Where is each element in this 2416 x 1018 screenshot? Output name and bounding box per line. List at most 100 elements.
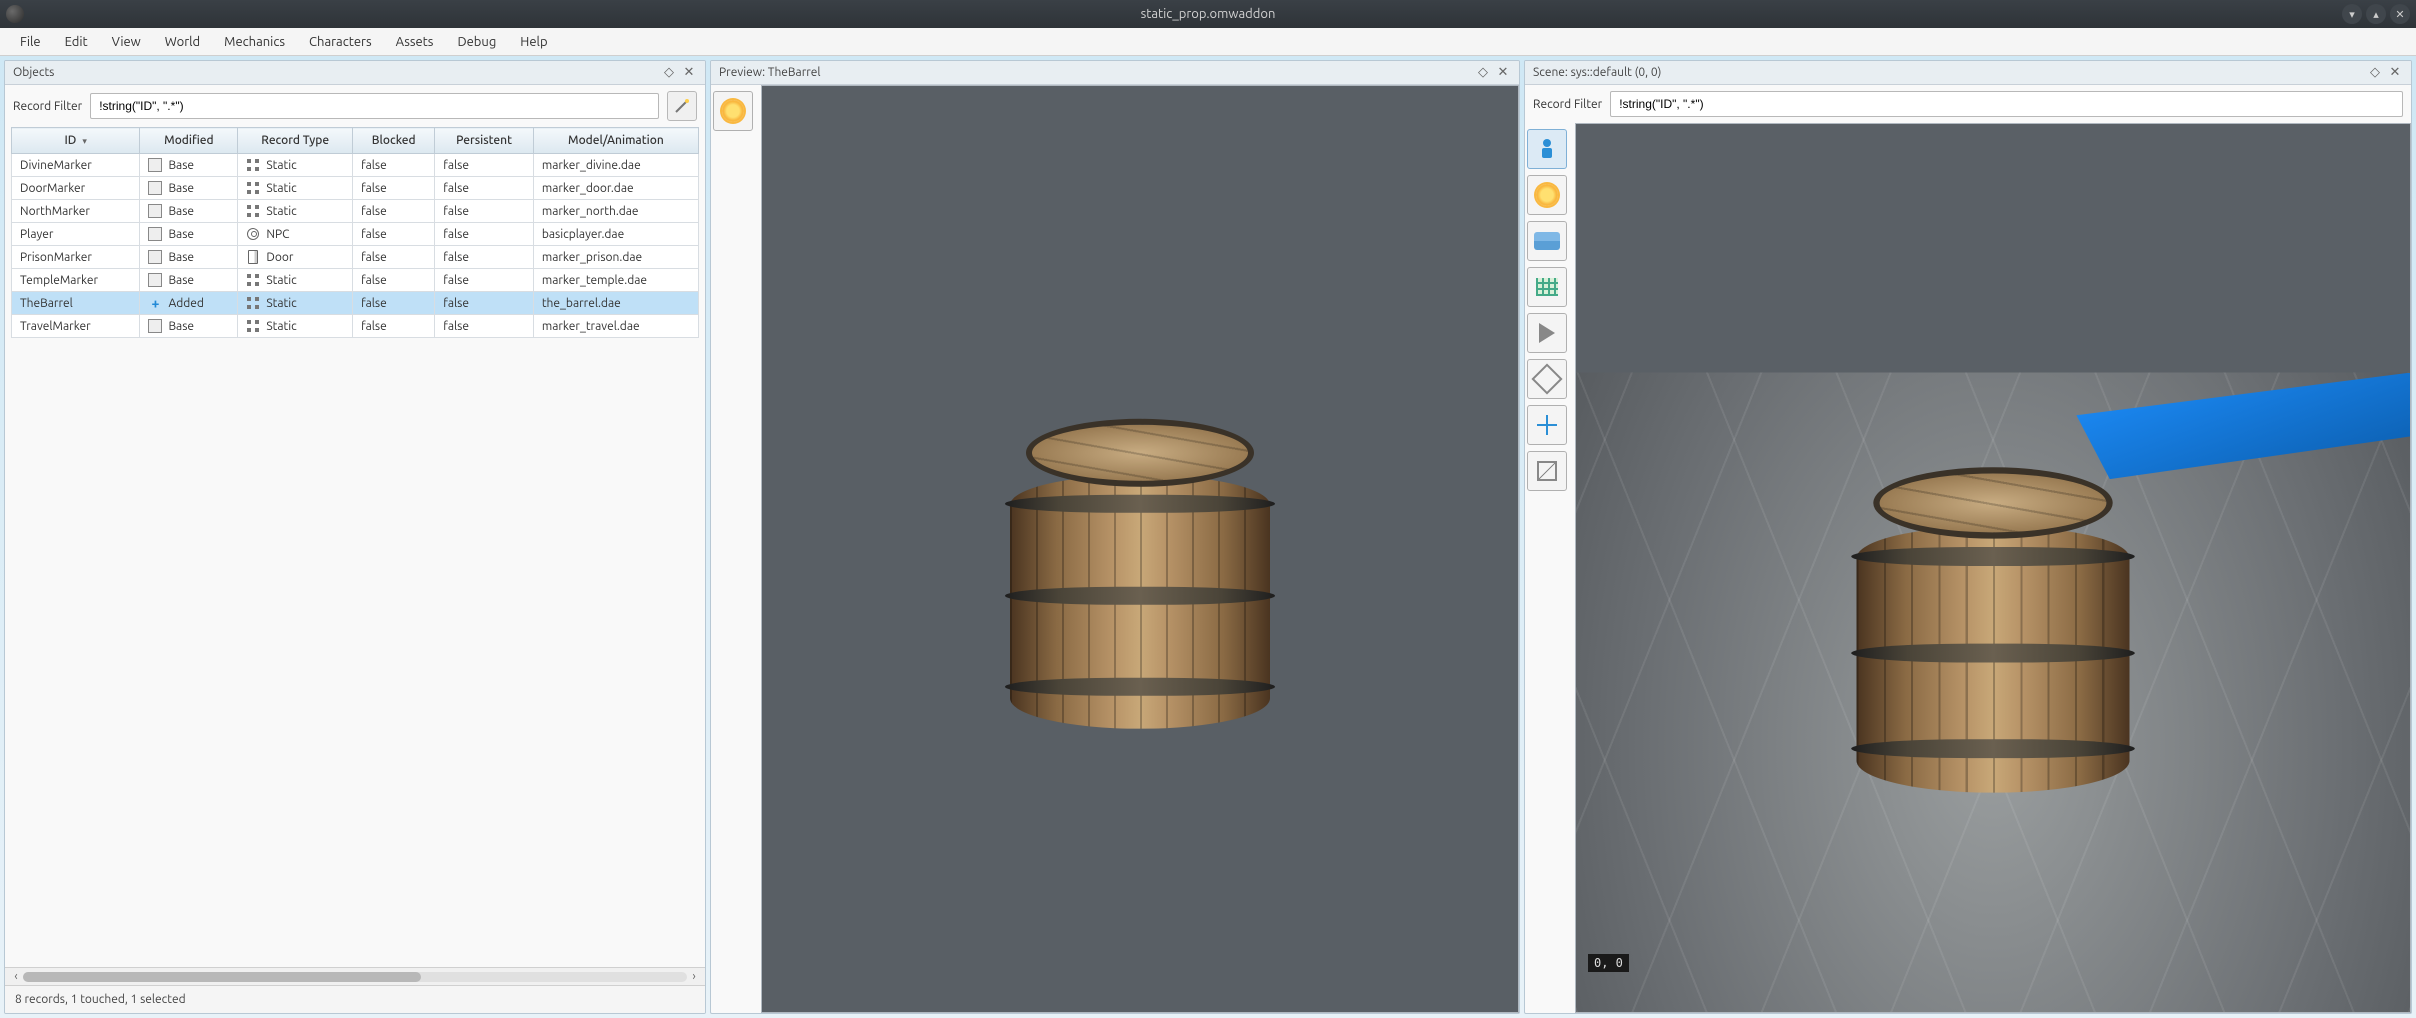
menu-world[interactable]: World: [153, 30, 212, 54]
menubar: FileEditViewWorldMechanicsCharactersAsse…: [0, 28, 2416, 56]
filter-label: Record Filter: [13, 100, 82, 113]
panel-scene: Scene: sys::default (0, 0) ◇ ✕ Record Fi…: [1524, 60, 2412, 1014]
cell-persistent: false: [435, 269, 534, 292]
cell-modified: +Added: [140, 292, 238, 315]
scene-barrel-model: [1857, 467, 2130, 793]
menu-view[interactable]: View: [100, 30, 153, 54]
table-row[interactable]: PlayerBaseNPCfalsefalsebasicplayer.dae: [12, 223, 699, 246]
cell-model: the_barrel.dae: [533, 292, 698, 315]
cell-record-type: Door: [238, 246, 353, 269]
panel-header-objects: Objects ◇ ✕: [5, 61, 705, 85]
window-title: static_prop.omwaddon: [1141, 7, 1276, 21]
horizontal-scrollbar[interactable]: ‹ ›: [5, 967, 705, 985]
menu-debug[interactable]: Debug: [445, 30, 508, 54]
panel-preview: Preview: TheBarrel ◇ ✕: [710, 60, 1520, 1014]
cell-id: DoorMarker: [12, 177, 140, 200]
cell-blocked: false: [353, 269, 435, 292]
preview-viewport[interactable]: [761, 85, 1519, 1013]
cell-record-type: Static: [238, 292, 353, 315]
table-row[interactable]: TempleMarkerBaseStaticfalsefalsemarker_t…: [12, 269, 699, 292]
play-icon: [1539, 323, 1555, 343]
cell-model: marker_travel.dae: [533, 315, 698, 338]
tool-camera-mode-button[interactable]: [1527, 129, 1567, 169]
table-row[interactable]: PrisonMarkerBaseDoorfalsefalsemarker_pri…: [12, 246, 699, 269]
column-header[interactable]: Model/Animation: [533, 128, 698, 154]
cell-model: basicplayer.dae: [533, 223, 698, 246]
cell-modified: Base: [140, 315, 238, 338]
cell-blocked: false: [353, 177, 435, 200]
scroll-track[interactable]: [23, 972, 687, 982]
panel-menu-icon[interactable]: ◇: [2367, 65, 2383, 81]
tool-lighting-button[interactable]: [1527, 175, 1567, 215]
cell-blocked: false: [353, 246, 435, 269]
scene-toolbar: [1527, 129, 1569, 491]
table-row[interactable]: DoorMarkerBaseStaticfalsefalsemarker_doo…: [12, 177, 699, 200]
panel-menu-icon[interactable]: ◇: [661, 65, 677, 81]
objects-statusbar: 8 records, 1 touched, 1 selected: [5, 985, 705, 1013]
cell-blocked: false: [353, 223, 435, 246]
cell-persistent: false: [435, 200, 534, 223]
panel-close-icon[interactable]: ✕: [681, 65, 697, 81]
tool-water-button[interactable]: [1527, 221, 1567, 261]
cell-persistent: false: [435, 177, 534, 200]
filter-label: Record Filter: [1533, 98, 1602, 111]
column-header[interactable]: Modified: [140, 128, 238, 154]
cell-record-type: Static: [238, 315, 353, 338]
menu-characters[interactable]: Characters: [297, 30, 384, 54]
preview-toolbar: [713, 91, 755, 131]
record-filter-input[interactable]: [1610, 91, 2403, 117]
menu-help[interactable]: Help: [508, 30, 559, 54]
objects-table-wrap[interactable]: ID▾ModifiedRecord TypeBlockedPersistentM…: [5, 127, 705, 967]
cell-id: DivineMarker: [12, 154, 140, 177]
filter-edit-button[interactable]: [667, 91, 697, 121]
panel-close-icon[interactable]: ✕: [1495, 65, 1511, 81]
d20-icon: [1536, 368, 1558, 390]
panel-header-preview: Preview: TheBarrel ◇ ✕: [711, 61, 1519, 85]
column-header[interactable]: Record Type: [238, 128, 353, 154]
cell-id: TempleMarker: [12, 269, 140, 292]
minimize-button[interactable]: ▾: [2342, 4, 2362, 24]
scene-viewport[interactable]: 0, 0: [1575, 123, 2411, 1013]
cell-id: Player: [12, 223, 140, 246]
scroll-thumb[interactable]: [23, 972, 421, 982]
scroll-left-icon[interactable]: ‹: [9, 970, 23, 983]
cell-id: TravelMarker: [12, 315, 140, 338]
record-filter-input[interactable]: [90, 93, 659, 119]
move-icon: [1535, 413, 1559, 437]
column-header[interactable]: Persistent: [435, 128, 534, 154]
cell-id: TheBarrel: [12, 292, 140, 315]
column-header[interactable]: ID▾: [12, 128, 140, 154]
menu-edit[interactable]: Edit: [53, 30, 100, 54]
table-row[interactable]: TheBarrel+AddedStaticfalsefalsethe_barre…: [12, 292, 699, 315]
menu-file[interactable]: File: [8, 30, 53, 54]
cell-model: marker_temple.dae: [533, 269, 698, 292]
cell-modified: Base: [140, 246, 238, 269]
cell-id: NorthMarker: [12, 200, 140, 223]
table-row[interactable]: DivineMarkerBaseStaticfalsefalsemarker_d…: [12, 154, 699, 177]
panel-menu-icon[interactable]: ◇: [1475, 65, 1491, 81]
tool-select-box-button[interactable]: [1527, 451, 1567, 491]
tool-move-button[interactable]: [1527, 405, 1567, 445]
tool-run-button[interactable]: [1527, 313, 1567, 353]
maximize-button[interactable]: ▴: [2366, 4, 2386, 24]
cell-model: marker_divine.dae: [533, 154, 698, 177]
grid-icon: [1536, 278, 1558, 296]
cell-record-type: Static: [238, 200, 353, 223]
column-header[interactable]: Blocked: [353, 128, 435, 154]
tool-pathgrid-button[interactable]: [1527, 267, 1567, 307]
cell-model: marker_door.dae: [533, 177, 698, 200]
cell-blocked: false: [353, 292, 435, 315]
app-icon: [6, 5, 24, 23]
cell-modified: Base: [140, 200, 238, 223]
cell-coord-label: 0, 0: [1588, 954, 1629, 972]
scroll-right-icon[interactable]: ›: [687, 970, 701, 983]
panel-close-icon[interactable]: ✕: [2387, 65, 2403, 81]
menu-mechanics[interactable]: Mechanics: [212, 30, 297, 54]
tool-random-button[interactable]: [1527, 359, 1567, 399]
menu-assets[interactable]: Assets: [384, 30, 446, 54]
cube-icon: [1537, 461, 1557, 481]
table-row[interactable]: NorthMarkerBaseStaticfalsefalsemarker_no…: [12, 200, 699, 223]
close-button[interactable]: ✕: [2390, 4, 2410, 24]
lighting-button[interactable]: [713, 91, 753, 131]
table-row[interactable]: TravelMarkerBaseStaticfalsefalsemarker_t…: [12, 315, 699, 338]
